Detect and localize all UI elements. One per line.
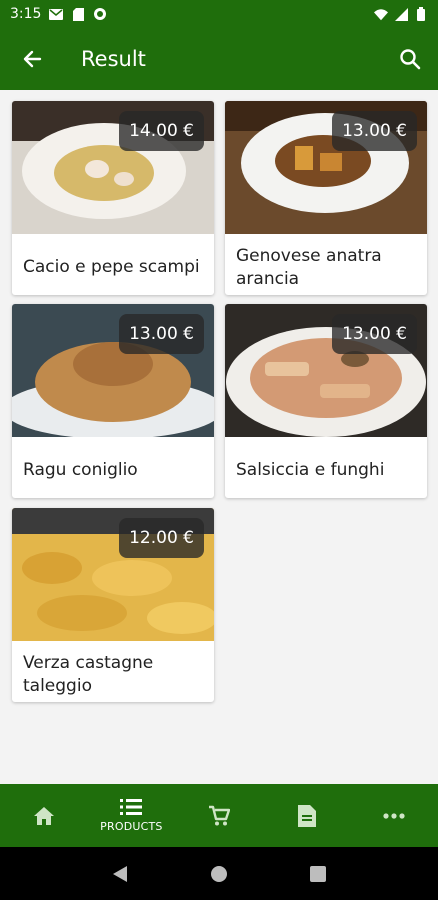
product-image: 12.00 € — [12, 508, 214, 641]
product-card[interactable]: 13.00 € Salsiccia e funghi — [225, 304, 427, 498]
product-card[interactable]: 12.00 € Verza castagne taleggio — [12, 508, 214, 702]
cart-icon — [208, 805, 230, 825]
price-badge: 13.00 € — [332, 111, 417, 151]
product-image: 13.00 € — [12, 304, 214, 437]
nav-document[interactable] — [263, 784, 351, 847]
nav-cart[interactable] — [175, 784, 263, 847]
back-button[interactable] — [0, 28, 64, 90]
more-icon — [383, 812, 405, 819]
nav-home[interactable] — [0, 784, 88, 847]
search-button[interactable] — [382, 28, 438, 90]
system-navigation — [0, 847, 438, 900]
triangle-back-icon — [112, 865, 127, 882]
sim-icon — [71, 7, 85, 21]
product-name: Genovese anatra arancia — [236, 245, 382, 289]
product-name: Verza castagne taleggio — [23, 652, 154, 696]
price-badge: 14.00 € — [119, 111, 204, 151]
status-time: 3:15 — [10, 6, 42, 22]
bottom-navigation: PRODUCTS — [0, 784, 438, 847]
product-image: 14.00 € — [12, 101, 214, 234]
price-badge: 13.00 € — [332, 314, 417, 354]
product-card[interactable]: 13.00 € Ragu coniglio — [12, 304, 214, 498]
search-icon — [400, 49, 421, 70]
wifi-icon — [374, 7, 388, 21]
system-back-button[interactable] — [105, 859, 135, 889]
nav-products-label: PRODUCTS — [100, 820, 163, 833]
status-bar: 3:15 — [0, 0, 438, 28]
home-icon — [33, 806, 54, 825]
product-name: Salsiccia e funghi — [236, 460, 385, 480]
document-icon — [297, 804, 316, 827]
product-name: Cacio e pepe scampi — [23, 257, 200, 277]
arrow-left-icon — [23, 50, 42, 68]
system-home-button[interactable] — [204, 859, 234, 889]
product-name: Ragu coniglio — [23, 460, 138, 480]
gmail-icon — [49, 7, 64, 21]
product-image: 13.00 € — [225, 304, 427, 437]
nav-products[interactable]: PRODUCTS — [88, 784, 176, 847]
list-icon — [120, 799, 143, 815]
nav-more[interactable] — [350, 784, 438, 847]
battery-icon — [414, 7, 428, 21]
signal-icon — [394, 7, 408, 21]
product-grid: 14.00 € Cacio e pepe scampi 13.00 € Geno… — [0, 90, 438, 784]
product-card[interactable]: 13.00 € Genovese anatra arancia — [225, 101, 427, 295]
product-image: 13.00 € — [225, 101, 427, 234]
price-badge: 12.00 € — [119, 518, 204, 558]
page-title: Result — [81, 47, 146, 71]
system-recents-button[interactable] — [303, 859, 333, 889]
square-recents-icon — [310, 865, 327, 882]
app-bar: Result — [0, 28, 438, 90]
price-badge: 13.00 € — [119, 314, 204, 354]
product-card[interactable]: 14.00 € Cacio e pepe scampi — [12, 101, 214, 295]
sync-icon — [93, 7, 107, 21]
circle-home-icon — [210, 865, 227, 882]
